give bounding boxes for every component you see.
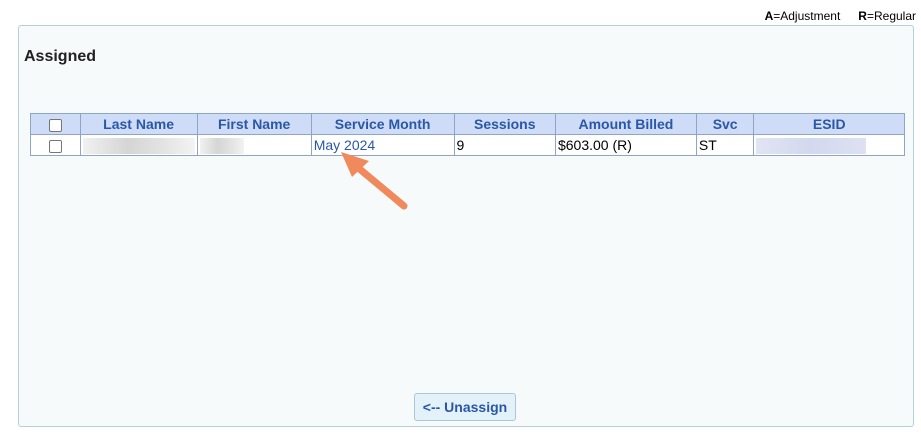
select-all-checkbox[interactable]: [48, 118, 62, 132]
legend-regular-text: =Regular: [866, 9, 916, 23]
redacted-last-name: [82, 137, 195, 154]
table-header-row: Last Name First Name Service Month Sessi…: [30, 113, 905, 135]
header-first-name[interactable]: First Name: [196, 113, 312, 135]
redacted-first-name: [199, 137, 244, 154]
header-sessions[interactable]: Sessions: [453, 113, 556, 135]
redacted-esid: [756, 137, 867, 154]
assigned-panel: Assigned Last Name First Name Service Mo…: [18, 25, 914, 427]
legend-adjustment-code: A: [764, 9, 774, 23]
service-month-link[interactable]: May 2024: [314, 137, 375, 153]
row-checkbox[interactable]: [48, 139, 62, 153]
esid-cell: [753, 134, 905, 156]
select-all-header: [30, 113, 81, 135]
svc-cell: ST: [695, 134, 755, 156]
header-esid[interactable]: ESID: [753, 113, 905, 135]
last-name-cell: [79, 134, 198, 156]
service-month-cell: May 2024: [310, 134, 455, 156]
legend: A=Adjustment R=Regular: [765, 9, 916, 23]
sessions-cell: 9: [453, 134, 556, 156]
header-service-month[interactable]: Service Month: [310, 113, 455, 135]
unassign-button[interactable]: <-- Unassign: [414, 393, 516, 421]
table-row: May 2024 9 $603.00 (R) ST: [30, 134, 905, 156]
section-title: Assigned: [24, 48, 97, 65]
row-select-cell: [30, 134, 81, 156]
header-svc[interactable]: Svc: [695, 113, 755, 135]
first-name-cell: [196, 134, 312, 156]
amount-billed-cell: $603.00 (R): [554, 134, 697, 156]
legend-adjustment-text: =Adjustment: [773, 9, 841, 23]
assigned-table: Last Name First Name Service Month Sessi…: [30, 113, 905, 156]
header-last-name[interactable]: Last Name: [79, 113, 198, 135]
legend-regular-code: R: [858, 9, 867, 23]
header-amount-billed[interactable]: Amount Billed: [554, 113, 697, 135]
